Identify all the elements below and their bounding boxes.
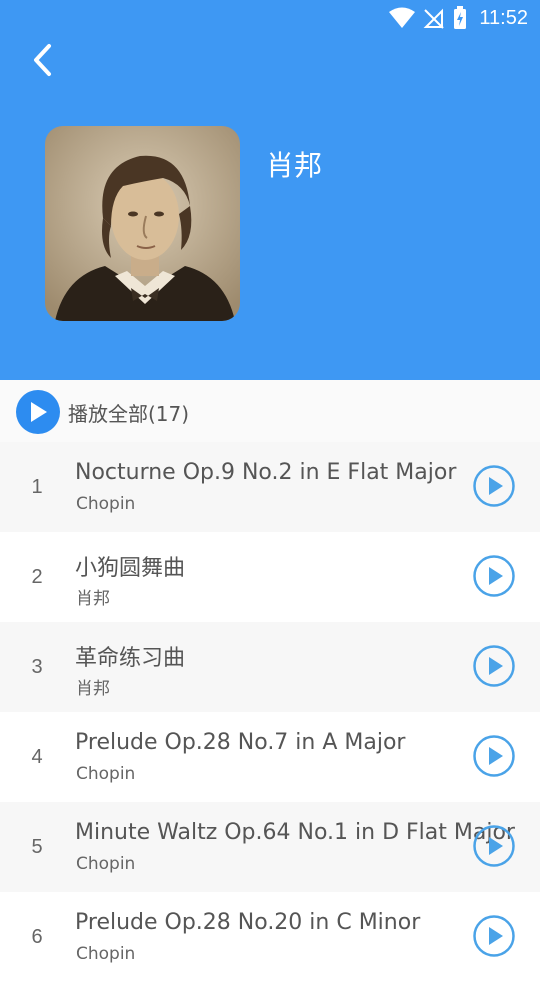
track-row[interactable]: 4 Prelude Op.28 No.7 in A Major Chopin: [0, 712, 540, 802]
track-artist: 肖邦: [76, 589, 110, 609]
track-row[interactable]: 6 Prelude Op.28 No.20 in C Minor Chopin: [0, 892, 540, 982]
play-all-icon: [16, 390, 60, 434]
track-number: 1: [31, 475, 43, 498]
play-circle-icon[interactable]: [472, 824, 516, 868]
track-row[interactable]: 5 Minute Waltz Op.64 No.1 in D Flat Majo…: [0, 802, 540, 892]
status-time: 11:52: [479, 6, 528, 29]
track-title: Prelude Op.28 No.20 in C Minor: [75, 910, 421, 935]
artist-header: 11:52 肖邦: [0, 0, 540, 380]
artist-portrait: [45, 126, 240, 321]
play-all-label: 播放全部(17): [68, 401, 190, 426]
play-all-button[interactable]: 播放全部(17): [0, 380, 540, 444]
battery-charging-icon: [453, 6, 467, 30]
no-signal-icon: [423, 7, 445, 29]
track-number: 3: [31, 655, 43, 678]
track-artist: Chopin: [76, 944, 136, 964]
track-title: 革命练习曲: [75, 646, 186, 671]
track-row[interactable]: 2 小狗圆舞曲 肖邦: [0, 532, 540, 622]
back-button[interactable]: [24, 40, 60, 80]
play-circle-icon[interactable]: [472, 554, 516, 598]
track-row[interactable]: 1 Nocturne Op.9 No.2 in E Flat Major Cho…: [0, 442, 540, 532]
track-row[interactable]: 3 革命练习曲 肖邦: [0, 622, 540, 712]
track-number: 5: [31, 835, 43, 858]
track-artist: Chopin: [76, 764, 136, 784]
track-number: 2: [31, 565, 43, 588]
track-artist: Chopin: [76, 854, 136, 874]
artist-name: 肖邦: [266, 149, 323, 182]
track-title: Nocturne Op.9 No.2 in E Flat Major: [75, 460, 457, 485]
play-circle-icon[interactable]: [472, 464, 516, 508]
track-artist: 肖邦: [76, 679, 110, 699]
track-title: 小狗圆舞曲: [75, 556, 186, 581]
play-circle-icon[interactable]: [472, 644, 516, 688]
track-number: 6: [31, 925, 43, 948]
status-bar: 11:52: [0, 0, 540, 36]
track-artist: Chopin: [76, 494, 136, 514]
track-number: 4: [31, 745, 43, 768]
chevron-left-icon: [34, 44, 51, 76]
track-list: 1 Nocturne Op.9 No.2 in E Flat Major Cho…: [0, 442, 540, 982]
play-circle-icon[interactable]: [472, 914, 516, 958]
track-title: Prelude Op.28 No.7 in A Major: [75, 730, 406, 755]
play-circle-icon[interactable]: [472, 734, 516, 778]
wifi-icon: [389, 7, 416, 29]
track-title: Minute Waltz Op.64 No.1 in D Flat Major: [75, 820, 515, 845]
